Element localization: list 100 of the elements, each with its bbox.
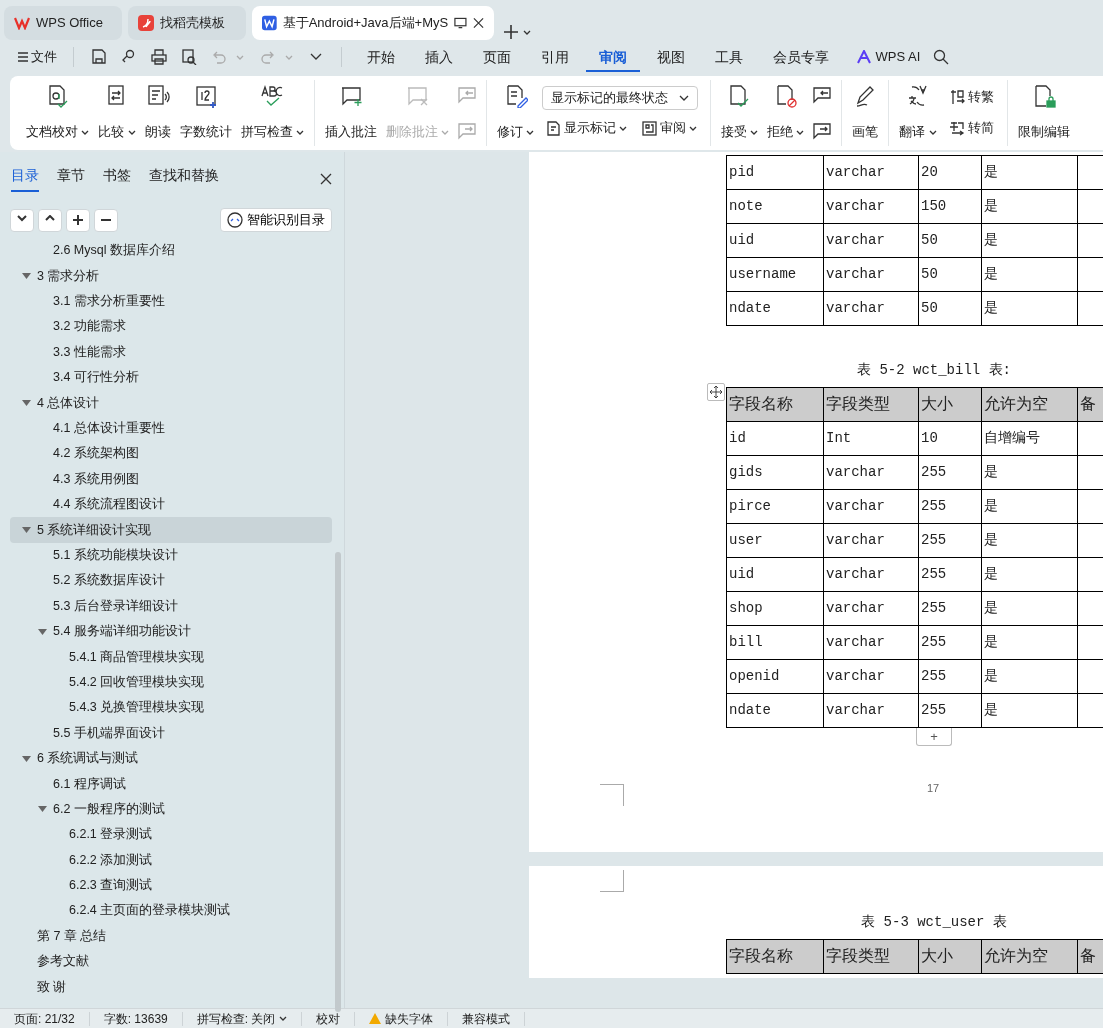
- ribbon-tab[interactable]: 会员专享: [760, 42, 842, 72]
- outline-item[interactable]: 6.2.1 登录测试: [69, 825, 153, 845]
- ribbon-button[interactable]: 接受: [717, 80, 761, 146]
- status-item[interactable]: 页面: 21/32: [14, 1009, 75, 1028]
- print-icon[interactable]: [151, 49, 167, 65]
- next-comment-icon[interactable]: [812, 122, 833, 140]
- add-row-button[interactable]: +: [916, 728, 952, 746]
- add-button[interactable]: [66, 208, 90, 232]
- ribbon-button[interactable]: 拼写检查: [237, 80, 307, 146]
- key-icon[interactable]: [121, 49, 137, 65]
- ribbon-button[interactable]: 拒绝: [764, 80, 808, 146]
- outline-item[interactable]: 5 系统详细设计实现: [37, 520, 152, 540]
- outline-item[interactable]: 6.2 一般程序的测试: [53, 799, 165, 819]
- outline-item[interactable]: 5.4.2 回收管理模块实现: [69, 672, 205, 692]
- ribbon-tab[interactable]: 审阅: [586, 42, 640, 72]
- sidebar-tab[interactable]: 目录: [11, 164, 39, 192]
- outline-item[interactable]: 4 总体设计: [37, 393, 100, 413]
- ribbon-tab[interactable]: 页面: [470, 42, 524, 72]
- outline-item[interactable]: 6 系统调试与测试: [37, 749, 139, 768]
- status-item[interactable]: 校对: [316, 1009, 341, 1028]
- outline-item[interactable]: 3.4 可行性分析: [53, 368, 139, 387]
- outline-item[interactable]: 第 7 章 总结: [37, 926, 107, 946]
- outline-item[interactable]: 5.4.1 商品管理模块实现: [69, 647, 205, 667]
- remove-button[interactable]: [94, 208, 118, 232]
- status-item[interactable]: 字数: 13639: [103, 1009, 168, 1028]
- caret-icon[interactable]: [522, 28, 531, 36]
- save-icon[interactable]: [91, 49, 107, 65]
- markup-view-select[interactable]: 显示标记的最终状态: [542, 86, 699, 110]
- ribbon-button[interactable]: 翻译: [896, 80, 940, 146]
- outline-item[interactable]: 6.1 程序调试: [53, 774, 126, 794]
- ribbon-tab[interactable]: 工具: [702, 42, 756, 72]
- ribbon-button[interactable]: 限制编辑: [1014, 80, 1073, 146]
- outline-item[interactable]: 6.2.2 添加测试: [69, 850, 153, 870]
- ribbon-tab[interactable]: 引用: [528, 42, 582, 72]
- ribbon-button[interactable]: 转繁: [944, 86, 998, 109]
- ribbon-button[interactable]: 转简: [944, 117, 998, 140]
- outline-item[interactable]: 3 需求分析: [37, 266, 100, 286]
- table-cell: 150: [918, 189, 982, 224]
- expand-toggle-icon[interactable]: [38, 627, 47, 636]
- ribbon-button[interactable]: 修订: [494, 80, 538, 146]
- caret-icon: [127, 129, 136, 137]
- document-tab[interactable]: WPS Office: [4, 6, 122, 40]
- outline-item[interactable]: 6.2.4 主页面的登录模块测试: [69, 901, 231, 921]
- wps-ai-button[interactable]: WPS AI: [852, 45, 925, 69]
- outline-item[interactable]: 致 谢: [37, 977, 67, 997]
- outline-item[interactable]: 5.3 后台登录详细设计: [53, 596, 178, 616]
- ribbon-tab[interactable]: 开始: [354, 42, 408, 72]
- outline-item[interactable]: 5.4.3 兑换管理模块实现: [69, 698, 205, 718]
- ribbon-button[interactable]: 朗读: [141, 80, 174, 146]
- file-menu[interactable]: 文件: [14, 45, 61, 69]
- ribbon-button[interactable]: 比较: [95, 80, 139, 146]
- expand-toggle-icon[interactable]: [22, 272, 31, 281]
- outline-item[interactable]: 3.2 功能需求: [53, 317, 126, 337]
- outline-item[interactable]: 6.2.3 查询测试: [69, 876, 153, 895]
- outline-item[interactable]: 5.2 系统数据库设计: [53, 571, 165, 591]
- sidebar-tab[interactable]: 章节: [57, 164, 85, 192]
- outline-item[interactable]: 4.3 系统用例图: [53, 469, 139, 489]
- close-icon[interactable]: [320, 172, 332, 185]
- expand-toggle-icon[interactable]: [22, 754, 31, 763]
- ribbon-button[interactable]: 字数统计: [176, 80, 235, 146]
- sidebar-tab[interactable]: 查找和替换: [149, 164, 219, 192]
- ribbon-button[interactable]: 画笔: [849, 80, 882, 146]
- ribbon-button[interactable]: 审阅: [637, 117, 701, 140]
- outline-item[interactable]: 4.4 系统流程图设计: [53, 495, 165, 514]
- close-icon[interactable]: [473, 17, 484, 29]
- document-tab[interactable]: 找稻壳模板: [128, 6, 246, 40]
- outline-item[interactable]: 5.5 手机端界面设计: [53, 723, 165, 743]
- expand-toggle-icon[interactable]: [38, 805, 47, 814]
- status-item[interactable]: 兼容模式: [462, 1009, 511, 1028]
- ribbon-button[interactable]: 显示标记: [542, 117, 632, 140]
- outline-item[interactable]: 5.4 服务端详细功能设计: [53, 622, 191, 641]
- previous-comment-icon[interactable]: [812, 86, 833, 104]
- more-icon[interactable]: [310, 53, 322, 61]
- status-item[interactable]: 缺失字体: [369, 1009, 434, 1028]
- outline-item[interactable]: 5.1 系统功能模块设计: [53, 546, 178, 565]
- expand-toggle-icon[interactable]: [22, 526, 31, 534]
- search-icon[interactable]: [933, 49, 950, 65]
- scrollbar[interactable]: [335, 552, 341, 1012]
- table-move-handle[interactable]: [707, 383, 725, 401]
- outline-item[interactable]: 2.6 Mysql 数据库介绍: [53, 241, 175, 261]
- sidebar-tab[interactable]: 书签: [103, 164, 131, 192]
- ribbon-tab[interactable]: 视图: [644, 42, 698, 72]
- outline-item[interactable]: 4.1 总体设计重要性: [53, 419, 165, 438]
- new-tab-icon[interactable]: [503, 24, 520, 40]
- expand-button[interactable]: [38, 208, 62, 232]
- ribbon-tab[interactable]: 插入: [412, 42, 466, 72]
- ribbon-button[interactable]: 文档校对: [23, 80, 93, 146]
- outline-item[interactable]: 3.3 性能需求: [53, 342, 126, 362]
- outline-item[interactable]: 3.1 需求分析重要性: [53, 292, 165, 311]
- outline-item[interactable]: 4.2 系统架构图: [53, 444, 139, 464]
- table-cell: uid: [726, 557, 824, 592]
- smart-toc-button[interactable]: 智能识别目录: [220, 208, 332, 232]
- status-item[interactable]: 拼写检查: 关闭: [196, 1009, 288, 1028]
- caret-icon: [279, 1015, 288, 1022]
- print-preview-icon[interactable]: [181, 49, 197, 65]
- expand-toggle-icon[interactable]: [22, 399, 31, 408]
- outline-item[interactable]: 参考文献: [37, 952, 89, 971]
- document-tab[interactable]: 基于Android+Java后端+MyS: [252, 6, 494, 40]
- collapse-button[interactable]: [10, 208, 34, 232]
- ribbon-button[interactable]: 插入批注: [321, 80, 380, 146]
